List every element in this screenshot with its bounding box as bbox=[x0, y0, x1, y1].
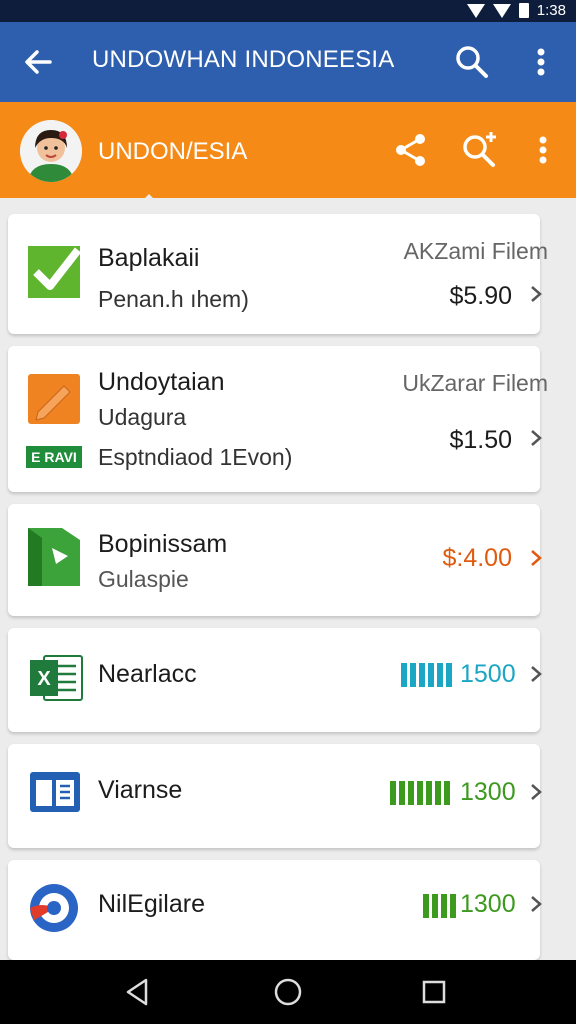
profile-title: UNDON/ESIA bbox=[98, 138, 248, 165]
item-detail: Esptndiaod 1Evon) bbox=[98, 444, 293, 470]
back-arrow-icon[interactable] bbox=[20, 44, 56, 80]
share-icon[interactable] bbox=[392, 130, 430, 170]
list-item[interactable]: X Nearlacc 1500 bbox=[8, 628, 542, 732]
status-bar: 1:38 bbox=[0, 0, 576, 22]
item-price: $:4.00 bbox=[442, 544, 512, 572]
chevron-right-icon[interactable] bbox=[528, 548, 544, 568]
battery-icon bbox=[518, 3, 529, 18]
profile-bar: UNDON/ESIA bbox=[0, 102, 576, 202]
item-name: Nearlacc bbox=[98, 660, 197, 688]
spreadsheet-icon: X bbox=[30, 655, 83, 701]
app-title: UNDOWHAN INDONEESIA bbox=[92, 46, 395, 73]
nav-home-icon[interactable] bbox=[272, 976, 304, 1008]
item-name: Baplakaii bbox=[98, 244, 200, 272]
chevron-right-icon[interactable] bbox=[528, 284, 544, 304]
item-price: $1.50 bbox=[449, 426, 512, 454]
chevron-right-icon[interactable] bbox=[528, 894, 544, 914]
item-value: 1500 bbox=[460, 660, 516, 688]
item-meta: AKZami Filem bbox=[403, 238, 548, 264]
level-bars bbox=[423, 894, 456, 918]
item-subtitle: Udagura bbox=[98, 404, 187, 430]
app-bar: UNDOWHAN INDONEESIA bbox=[0, 22, 576, 102]
list-item[interactable]: Baplakaii Penan.h ıhem) AKZami Filem $5.… bbox=[8, 214, 548, 334]
app-logo-icon bbox=[30, 884, 78, 932]
list-item[interactable]: Bopinissam Gulaspie $:4.00 bbox=[8, 504, 542, 616]
item-meta: UkZarar Filem bbox=[402, 370, 548, 396]
tab-indicator bbox=[141, 194, 157, 202]
level-bars bbox=[401, 663, 452, 687]
profile-more-icon[interactable] bbox=[528, 130, 558, 170]
nav-recents-icon[interactable] bbox=[418, 976, 450, 1008]
flag-icon bbox=[28, 528, 80, 586]
wifi-icon bbox=[466, 3, 485, 18]
item-value: 1300 bbox=[460, 890, 516, 918]
nav-back-icon[interactable] bbox=[122, 976, 154, 1008]
chevron-right-icon[interactable] bbox=[528, 782, 544, 802]
chevron-right-icon[interactable] bbox=[528, 664, 544, 684]
item-name: NilEgilare bbox=[98, 890, 205, 918]
item-value: 1300 bbox=[460, 778, 516, 806]
signal-icon bbox=[492, 3, 511, 18]
system-nav-bar bbox=[0, 960, 576, 1024]
add-search-icon[interactable] bbox=[458, 128, 500, 170]
list-item[interactable]: E RAVI Undoytaian Udagura Esptndiaod 1Ev… bbox=[8, 346, 548, 492]
item-name: Viarnse bbox=[98, 776, 183, 804]
status-time: 1:38 bbox=[536, 2, 566, 19]
item-name: Undoytaian bbox=[98, 368, 225, 396]
avatar[interactable] bbox=[20, 120, 82, 182]
svg-text:X: X bbox=[37, 668, 51, 690]
item-price: $5.90 bbox=[449, 282, 512, 310]
list-item[interactable]: Viarnse 1300 bbox=[8, 744, 542, 848]
list-item[interactable]: NilEgilare 1300 bbox=[8, 860, 542, 960]
item-subtitle: Gulaspie bbox=[98, 566, 189, 592]
brand-badge: E RAVI bbox=[26, 446, 82, 468]
search-icon[interactable] bbox=[452, 42, 492, 82]
level-bars bbox=[390, 781, 450, 805]
item-subtitle: Penan.h ıhem) bbox=[98, 286, 249, 312]
edit-document-icon bbox=[28, 374, 80, 424]
more-options-icon[interactable] bbox=[526, 42, 556, 82]
chevron-right-icon[interactable] bbox=[528, 428, 544, 448]
document-icon bbox=[30, 772, 80, 812]
checkmark-icon bbox=[28, 246, 82, 298]
item-name: Bopinissam bbox=[98, 530, 228, 558]
